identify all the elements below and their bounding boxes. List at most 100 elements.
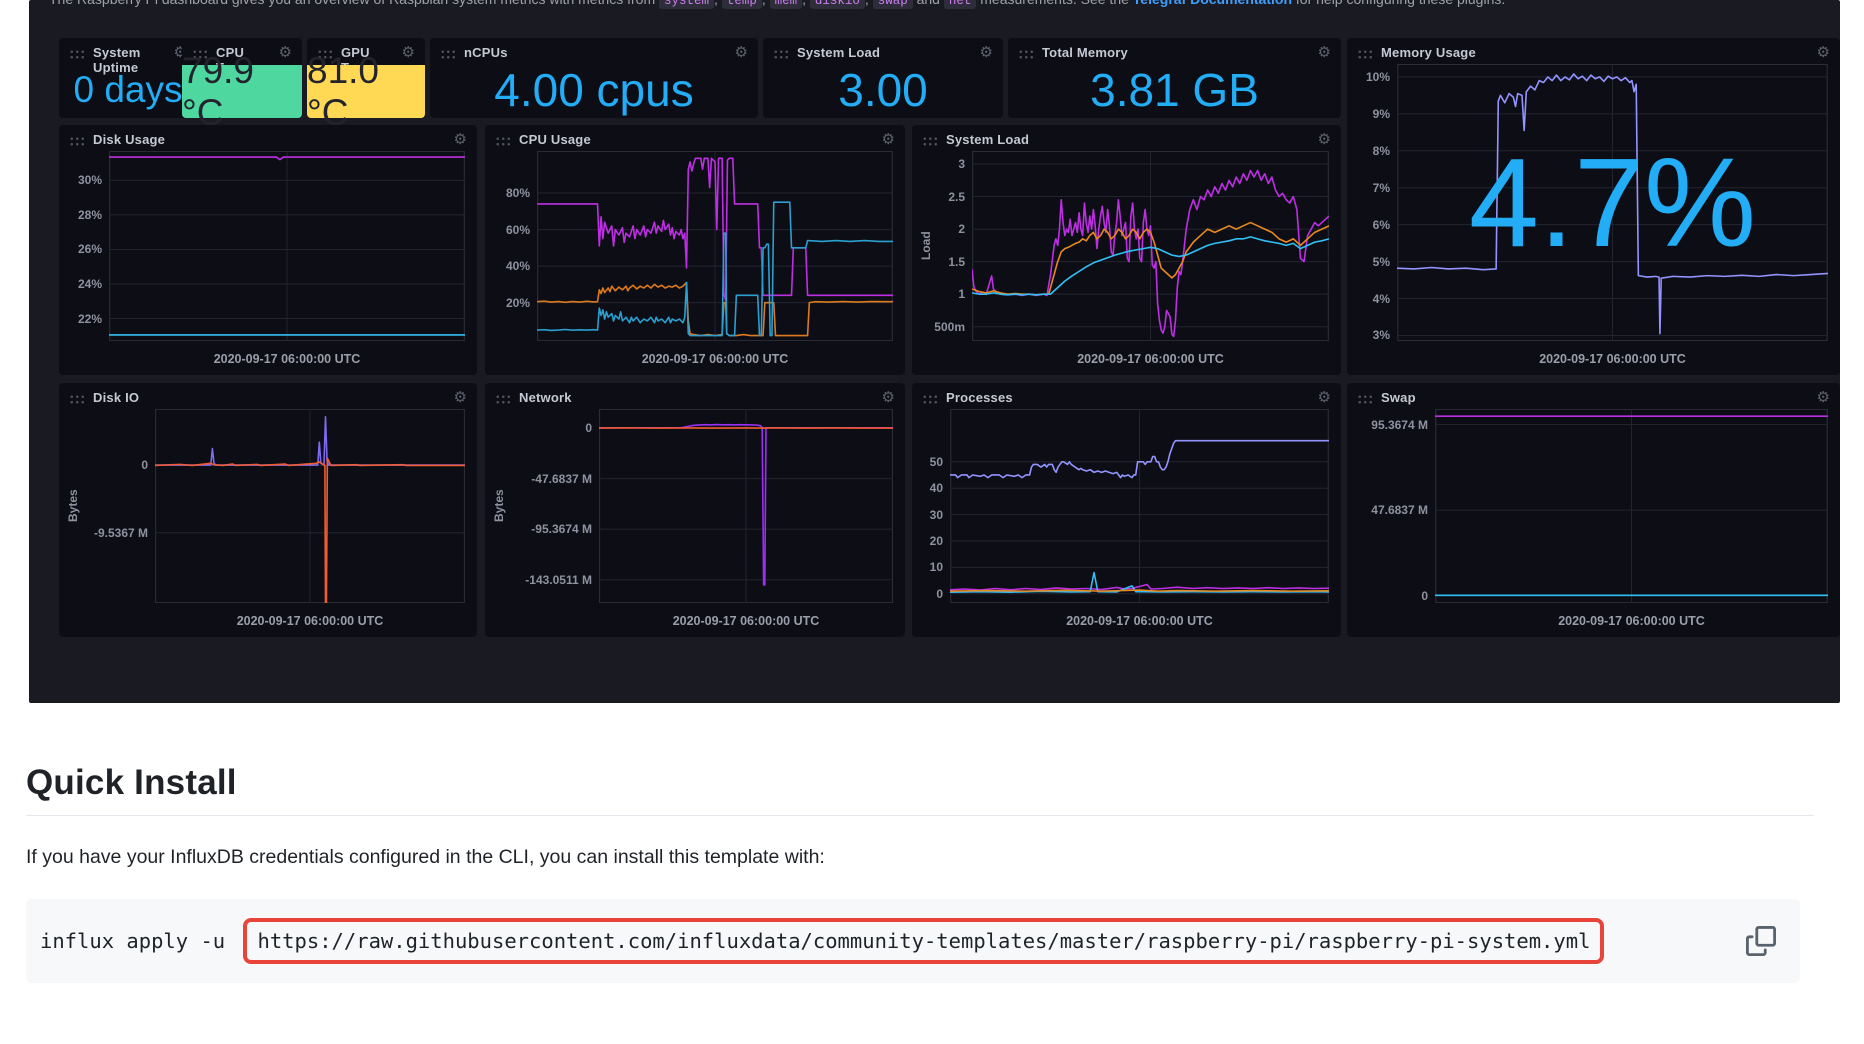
y-tick-label: 95.3674 M (1371, 418, 1428, 432)
y-tick-label: 47.6837 M (1371, 503, 1428, 517)
drag-handle-icon[interactable] (1018, 48, 1034, 60)
gear-icon[interactable]: ⚙ (980, 45, 993, 60)
y-axis: 80%60%40%20% (491, 151, 537, 341)
gear-icon[interactable]: ⚙ (735, 45, 748, 60)
gear-icon[interactable]: ⚙ (1817, 390, 1830, 405)
gear-icon[interactable]: ⚙ (1318, 45, 1331, 60)
panel-title: Processes (946, 391, 1013, 406)
panel-total-memory: Total Memory ⚙ 3.81 GB (1008, 38, 1341, 118)
x-axis-label: 2020-09-17 06:00:00 UTC (109, 352, 465, 366)
y-tick-label: 24% (78, 277, 102, 291)
stat-value: 3.00 (763, 62, 1003, 118)
panel-title: nCPUs (464, 46, 508, 61)
swap-chart[interactable]: 2020-09-17 06:00:00 UTC (1435, 409, 1828, 603)
intro-sep: and (913, 0, 944, 7)
y-tick-label: 0 (1421, 589, 1428, 603)
y-tick-label: 40 (930, 481, 943, 495)
system-load-chart[interactable]: 2020-09-17 06:00:00 UTC (972, 151, 1329, 341)
gear-icon[interactable]: ⚙ (882, 132, 895, 147)
drag-handle-icon[interactable] (922, 135, 938, 147)
gear-icon[interactable]: ⚙ (454, 132, 467, 147)
y-tick-label: 26% (78, 242, 102, 256)
network-chart[interactable]: 2020-09-17 06:00:00 UTC (599, 409, 893, 603)
y-tick-label: -47.6837 M (531, 472, 592, 486)
y-tick-label: -143.0511 M (525, 573, 592, 587)
memory-usage-chart[interactable]: 4.7% 2020-09-17 06:00:00 UTC (1397, 64, 1828, 341)
y-tick-label: 2.5 (948, 190, 965, 204)
y-tick-label: 2 (958, 222, 965, 236)
y-axis: 30%28%26%24%22% (65, 151, 109, 341)
y-axis: 50403020100 (918, 409, 950, 603)
command-url: https://raw.githubusercontent.com/influx… (257, 929, 1590, 953)
y-axis-title: Load (918, 151, 934, 341)
y-axis: 3 2.5 2 1.5 1 500m (934, 151, 972, 341)
chart-svg (599, 409, 893, 603)
panel-system-load-chart: System Load ⚙ Load 32.521.51500m 2020-09… (912, 125, 1341, 375)
panel-ncpus: nCPUs ⚙ 4.00 cpus (430, 38, 758, 118)
command-prefix: influx apply -u (40, 929, 237, 953)
y-tick-label: 1 (958, 287, 965, 301)
panel-title: Swap (1381, 391, 1416, 406)
measurement-pill-swap: swap (873, 0, 913, 9)
drag-handle-icon[interactable] (1357, 48, 1373, 60)
drag-handle-icon[interactable] (69, 393, 85, 405)
y-axis: 95.3674 M 47.6837 M 0 (1353, 409, 1435, 603)
drag-handle-icon[interactable] (495, 393, 511, 405)
y-tick-label: 1.5 (948, 255, 965, 269)
disk-usage-chart[interactable]: 2020-09-17 06:00:00 UTC (109, 151, 465, 341)
processes-chart[interactable]: 2020-09-17 06:00:00 UTC (950, 409, 1329, 603)
intro-sep: , (865, 0, 873, 7)
chart-svg (972, 151, 1329, 341)
gear-icon[interactable]: ⚙ (882, 390, 895, 405)
y-axis-title: Bytes (491, 409, 507, 603)
y-tick-label: 22% (78, 312, 102, 326)
y-tick-label: 3 (958, 157, 965, 171)
drag-handle-icon[interactable] (69, 48, 85, 60)
install-command: influx apply -u https://raw.githubuserco… (40, 918, 1604, 964)
drag-handle-icon[interactable] (922, 393, 938, 405)
measurement-pill-system: system (659, 0, 714, 9)
x-axis-label: 2020-09-17 06:00:00 UTC (1435, 614, 1828, 628)
intro-text: for help configuring these plugins. (1292, 0, 1505, 7)
drag-handle-icon[interactable] (1357, 393, 1373, 405)
y-tick-label: 6% (1373, 218, 1390, 232)
chart-svg (537, 151, 893, 341)
panel-system-load-stat: System Load ⚙ 3.00 (763, 38, 1003, 118)
copy-button[interactable] (1744, 924, 1778, 958)
drag-handle-icon[interactable] (495, 135, 511, 147)
panel-title: Total Memory (1042, 46, 1128, 61)
quick-install-heading: Quick Install (26, 763, 1814, 816)
y-tick-label: 5% (1373, 255, 1390, 269)
drag-handle-icon[interactable] (773, 48, 789, 60)
y-axis: 0-47.6837 M-95.3674 M-143.0511 M (507, 409, 599, 603)
y-tick-label: 500m (934, 320, 965, 334)
panel-title: Disk IO (93, 391, 139, 406)
dashboard-intro-text: The Raspberry Pi dashboard gives you an … (49, 0, 1834, 11)
cpu-usage-chart[interactable]: 2020-09-17 06:00:00 UTC (537, 151, 893, 341)
x-axis-label: 2020-09-17 06:00:00 UTC (950, 614, 1329, 628)
y-tick-label: 20% (506, 296, 530, 310)
stat-value: 3.81 GB (1008, 62, 1341, 118)
y-tick-label: 80% (506, 186, 530, 200)
chart-svg (950, 409, 1329, 603)
x-axis-label: 2020-09-17 06:00:00 UTC (599, 614, 893, 628)
y-axis: 0-9.5367 M (81, 409, 155, 603)
gear-icon[interactable]: ⚙ (1318, 132, 1331, 147)
gear-icon[interactable]: ⚙ (1817, 45, 1830, 60)
telegraf-documentation-link[interactable]: Telegraf Documentation (1133, 0, 1292, 7)
gear-icon[interactable]: ⚙ (454, 390, 467, 405)
panel-title: Memory Usage (1381, 46, 1476, 61)
chart-svg (155, 409, 465, 603)
chart-svg (1435, 409, 1828, 603)
drag-handle-icon[interactable] (440, 48, 456, 60)
panel-disk-usage: Disk Usage ⚙ 30%28%26%24%22% 2020-09-17 … (59, 125, 477, 375)
y-tick-label: 8% (1373, 144, 1390, 158)
intro-sep: , (714, 0, 722, 7)
drag-handle-icon[interactable] (69, 135, 85, 147)
panel-cpu-usage: CPU Usage ⚙ 80%60%40%20% 2020-09-17 06:0… (485, 125, 905, 375)
gear-icon[interactable]: ⚙ (1318, 390, 1331, 405)
x-axis-label: 2020-09-17 06:00:00 UTC (155, 614, 465, 628)
disk-io-chart[interactable]: 2020-09-17 06:00:00 UTC (155, 409, 465, 603)
url-annotation-box: https://raw.githubusercontent.com/influx… (243, 918, 1604, 964)
y-tick-label: 10% (1366, 70, 1390, 84)
